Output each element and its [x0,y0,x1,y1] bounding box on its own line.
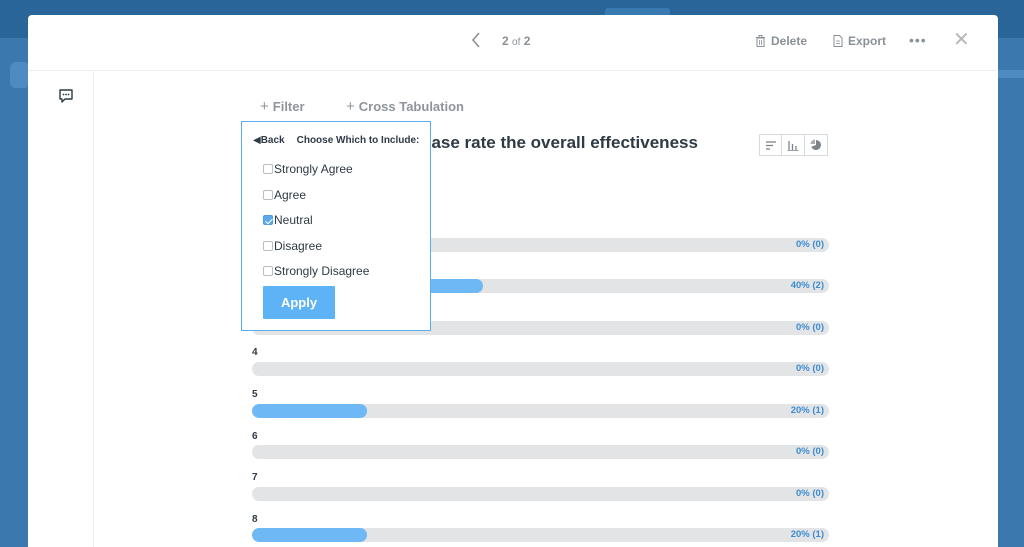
back-button[interactable]: ◀Back [253,135,285,146]
result-bar-track: 20% (1) [252,528,829,542]
vertical-bars-icon [787,140,799,151]
result-bar-fill [252,404,367,418]
result-value: 0% (0) [796,322,824,333]
checkbox[interactable] [263,241,273,251]
result-bar-track: 0% (0) [252,362,829,376]
result-bar-track: 0% (0) [252,445,829,459]
add-filter-button[interactable]: + Filter [260,98,305,115]
checkbox[interactable] [263,190,273,200]
filter-option-label: Neutral [274,213,313,227]
delete-button[interactable]: Delete [755,34,807,48]
export-label: Export [848,34,887,48]
chevron-left-icon [471,32,480,48]
question-title: ease rate the overall effectiveness [422,133,698,152]
filter-option-label: Agree [274,188,307,202]
result-value: 0% (0) [796,239,824,250]
comment-icon[interactable] [58,88,74,104]
export-button[interactable]: Export [833,34,886,48]
result-value: 0% (0) [796,363,824,374]
result-value: 20% (1) [790,405,824,416]
add-filter-label: Filter [272,99,305,114]
result-row-label: 6 [252,431,258,442]
filter-option-label: Strongly Agree [274,162,353,176]
pager: 2 of 2 [502,34,530,48]
vertical-bar-view-button[interactable] [782,134,805,156]
previous-page-button[interactable] [466,30,486,52]
filter-option-label: Disagree [274,239,323,253]
result-row-label: 5 [252,389,258,400]
app-background-icon [10,62,30,88]
visualization-switcher [759,134,828,156]
filter-option[interactable]: Strongly Disagree [263,264,369,278]
result-value: 0% (0) [796,446,824,457]
response-detail-modal: 2 of 2 Delete Export ••• ✕ + Filter + Cr… [28,15,998,547]
pie-view-button[interactable] [805,134,828,156]
horizontal-bar-view-button[interactable] [759,134,782,156]
checkbox[interactable] [263,164,273,174]
more-options-button[interactable]: ••• [909,32,927,48]
filter-option-label: Strongly Disagree [274,264,370,278]
pager-current: 2 [502,34,509,48]
close-button[interactable]: ✕ [953,30,970,50]
horizontal-bars-icon [765,140,776,150]
delete-label: Delete [771,34,808,48]
result-bar-track: 20% (1) [252,404,829,418]
result-row-label: 7 [252,472,258,483]
filter-panel-heading: Choose Which to Include: [296,135,420,146]
result-bar-fill [252,528,367,542]
filter-option[interactable]: Disagree [263,239,322,253]
filter-option[interactable]: Agree [263,188,306,202]
result-bar-track: 0% (0) [252,487,829,501]
pager-total: 2 [523,34,531,48]
modal-sidebar [28,71,94,547]
filter-option[interactable]: Neutral [263,213,313,227]
filter-dropdown-panel: ◀Back Choose Which to Include: Strongly … [241,121,431,331]
result-value: 0% (0) [796,488,824,499]
apply-button[interactable]: Apply [263,286,335,319]
cross-tabulation-label: Cross Tabulation [358,99,464,114]
plus-icon: + [346,98,355,115]
app-background-element [998,70,1024,78]
modal-topbar: 2 of 2 Delete Export ••• ✕ [28,15,998,71]
plus-icon: + [260,98,269,115]
result-value: 20% (1) [790,529,824,540]
checkbox[interactable] [263,266,273,276]
result-row-label: 8 [252,514,258,525]
trash-icon [756,35,765,47]
checkbox-checked[interactable] [263,215,273,225]
filter-panel-header: ◀Back Choose Which to Include: [253,135,419,146]
filter-option[interactable]: Strongly Agree [263,162,353,176]
result-row-label: 4 [252,347,258,358]
pie-chart-icon [810,139,822,150]
cross-tabulation-button[interactable]: + Cross Tabulation [346,98,464,115]
pager-of: of [512,37,521,48]
document-icon [833,35,843,47]
result-value: 40% (2) [790,280,824,291]
